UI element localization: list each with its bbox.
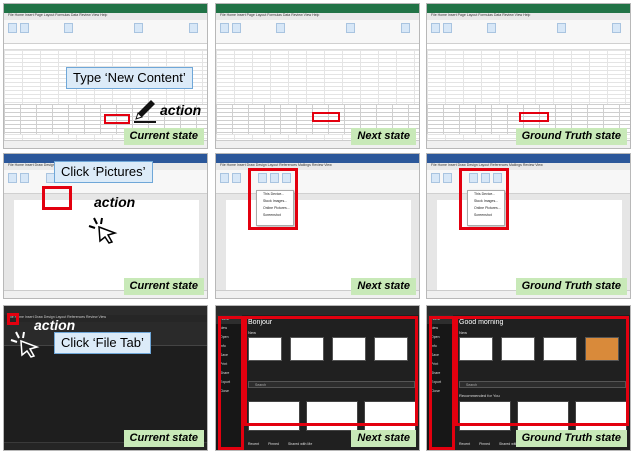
instruction-callout: Click ‘Pictures’: [54, 161, 153, 183]
highlight-cell: [312, 112, 340, 122]
gt-state-label: Ground Truth state: [515, 430, 627, 447]
cells-button[interactable]: [134, 23, 143, 33]
gt-state-label: Ground Truth state: [515, 128, 627, 145]
next-state-label: Next state: [351, 278, 416, 295]
highlight-dropdown: [459, 168, 509, 230]
word-titlebar: [427, 154, 630, 163]
ribbon: [427, 20, 630, 44]
word-titlebar: [216, 154, 419, 163]
tab-pinned[interactable]: Pinned: [268, 442, 279, 446]
pages-button[interactable]: [8, 173, 17, 183]
dark-titlebar: [216, 306, 419, 315]
dark-titlebar: [4, 306, 207, 315]
row2-gt-panel: File Home Insert Draw Design Layout Refe…: [426, 153, 631, 299]
paste-button[interactable]: [8, 23, 17, 33]
add-ins-button[interactable]: [401, 23, 410, 33]
next-state-label: Next state: [351, 128, 416, 145]
table-button[interactable]: [232, 173, 241, 183]
instruction-callout: Click ‘File Tab’: [54, 332, 151, 354]
instruction-callout: Type ‘New Content’: [66, 67, 193, 89]
tab-recent[interactable]: Recent: [248, 442, 259, 446]
pages-button[interactable]: [220, 173, 229, 183]
cells-button[interactable]: [346, 23, 355, 33]
add-ins-button[interactable]: [612, 23, 621, 33]
format-button[interactable]: [487, 23, 496, 33]
row3-next-panel: Home New Open Info Save Print Share Expo…: [215, 305, 420, 451]
ribbon-tabs[interactable]: File Home Insert Page Layout Formulas Da…: [427, 13, 630, 20]
row2-next-panel: File Home Insert Draw Design Layout Refe…: [215, 153, 420, 299]
row1-gt-panel: File Home Insert Page Layout Formulas Da…: [426, 3, 631, 149]
action-label: action: [160, 102, 202, 118]
ribbon: [216, 20, 419, 44]
tab-shared[interactable]: Shared with Me: [288, 442, 312, 446]
highlight-cell: [104, 114, 130, 124]
next-state-label: Next state: [351, 430, 416, 447]
action-label: action: [34, 317, 76, 333]
ribbon: [216, 170, 419, 194]
ribbon-tabs[interactable]: File Home Insert Page Layout Formulas Da…: [216, 13, 419, 20]
click-cursor-icon: [10, 331, 40, 358]
ribbon-tabs[interactable]: File Home Insert Draw Design Layout Refe…: [427, 163, 630, 170]
tab-recent[interactable]: Recent: [459, 442, 470, 446]
dark-titlebar: [427, 306, 630, 315]
highlight-main: [244, 316, 418, 426]
excel-titlebar: [4, 4, 207, 13]
current-state-label: Current state: [123, 430, 204, 447]
clipboard-button[interactable]: [20, 23, 29, 33]
highlight-dropdown: [248, 168, 298, 230]
ribbon-tabs[interactable]: File Home Insert Page Layout Formulas Da…: [4, 13, 207, 20]
row1-next-panel: File Home Insert Page Layout Formulas Da…: [215, 3, 420, 149]
table-button[interactable]: [443, 173, 452, 183]
ribbon-tabs[interactable]: File Home Insert Draw Design Layout Refe…: [216, 163, 419, 170]
clipboard-button[interactable]: [232, 23, 241, 33]
cells-button[interactable]: [557, 23, 566, 33]
highlight-file-tab: [7, 313, 19, 325]
file-list-tabs: Recent Pinned Shared with Me: [248, 442, 320, 446]
current-state-label: Current state: [123, 278, 204, 295]
highlight-main: [455, 316, 629, 426]
row3-current-panel: File Home Insert Draw Design Layout Refe…: [3, 305, 208, 451]
gt-state-label: Ground Truth state: [515, 278, 627, 295]
paste-button[interactable]: [220, 23, 229, 33]
table-button[interactable]: [20, 173, 29, 183]
format-button[interactable]: [64, 23, 73, 33]
row1-current-panel: File Home Insert Page Layout Formulas Da…: [3, 3, 208, 149]
excel-titlebar: [427, 4, 630, 13]
highlight-sidebar: [218, 316, 244, 450]
format-button[interactable]: [276, 23, 285, 33]
pages-button[interactable]: [431, 173, 440, 183]
action-label: action: [94, 194, 136, 210]
current-state-label: Current state: [123, 128, 204, 145]
click-cursor-icon: [88, 217, 118, 244]
ribbon: [427, 170, 630, 194]
row2-current-panel: File Home Insert Draw Design Layout Refe…: [3, 153, 208, 299]
clipboard-button[interactable]: [443, 23, 452, 33]
tab-pinned[interactable]: Pinned: [479, 442, 490, 446]
add-ins-button[interactable]: [189, 23, 198, 33]
pencil-icon: [134, 100, 156, 123]
highlight-pictures: [42, 186, 72, 210]
row3-gt-panel: Home New Open Info Save Print Share Expo…: [426, 305, 631, 451]
ribbon: [4, 20, 207, 44]
excel-titlebar: [216, 4, 419, 13]
highlight-cell: [519, 112, 549, 122]
paste-button[interactable]: [431, 23, 440, 33]
highlight-sidebar: [429, 316, 455, 450]
